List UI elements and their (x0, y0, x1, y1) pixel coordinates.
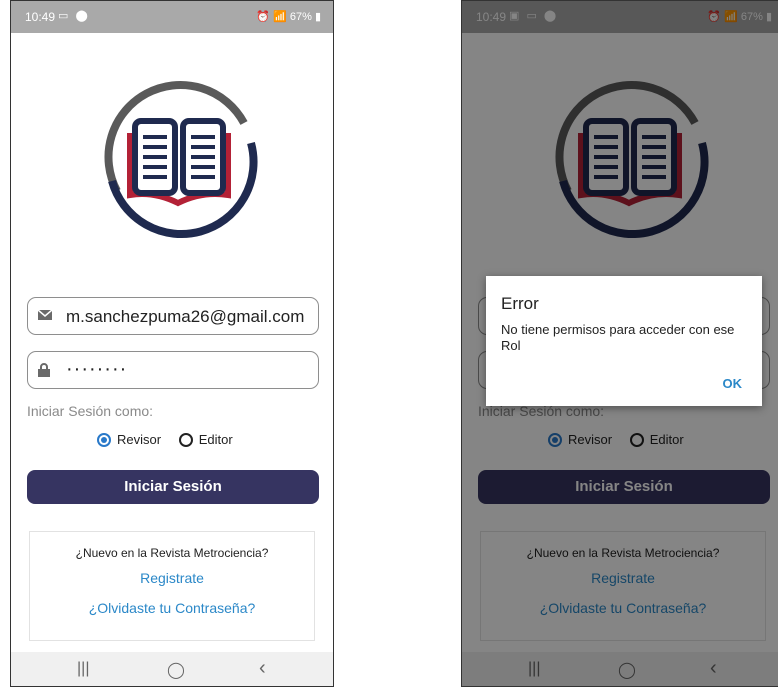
password-field[interactable]: ········ (27, 351, 319, 389)
battery-level: 67% (289, 11, 312, 23)
login-as-label: Iniciar Sesión como: (27, 403, 154, 419)
status-bar: 10:49 ▭ ⬤ ⏰ 📶 67% ▮ (11, 1, 333, 33)
register-link[interactable]: Registrate (30, 570, 314, 586)
dialog-message: No tiene permisos para acceder con ese R… (501, 322, 735, 353)
signal-icons: ⏰ 📶 (256, 11, 290, 23)
email-value: m.sanchezpuma26@gmail.com (66, 307, 305, 326)
status-right: ⏰ 📶 67% ▮ (256, 10, 321, 23)
dialog-title: Error (501, 294, 539, 313)
radio-editor[interactable] (178, 432, 193, 447)
error-dialog: Error No tiene permisos para acceder con… (486, 276, 762, 406)
battery-icon: ▮ (311, 11, 321, 23)
mail-icon (38, 309, 52, 320)
login-screen: 10:49 ▭ ⬤ ⏰ 📶 67% ▮ m.sanchezpuma26@gmai… (10, 0, 334, 687)
signup-question: ¿Nuevo en la Revista Metrociencia? (75, 546, 269, 560)
recents-button[interactable]: ||| (77, 660, 89, 678)
nav-bar: ||| ◯ ‹ (11, 652, 333, 686)
dialog-ok-button[interactable]: OK (723, 376, 743, 391)
role-radio-group: Revisor Editor (97, 431, 247, 447)
password-value: ········ (66, 358, 128, 380)
notification-icons: ▭ ⬤ (58, 10, 90, 22)
lock-icon (38, 363, 50, 377)
book-logo-icon (104, 80, 258, 239)
email-field[interactable]: m.sanchezpuma26@gmail.com (27, 297, 319, 335)
signup-card: ¿Nuevo en la Revista Metrociencia? Regis… (29, 531, 315, 641)
forgot-password-link[interactable]: ¿Olvidaste tu Contraseña? (30, 600, 314, 616)
back-button[interactable]: ‹ (259, 657, 266, 680)
radio-revisor-label: Revisor (117, 432, 162, 448)
status-time: 10:49 (25, 10, 56, 24)
radio-revisor[interactable] (97, 432, 111, 447)
radio-editor-label: Editor (198, 432, 233, 448)
home-button[interactable]: ◯ (167, 660, 185, 680)
login-button[interactable]: Iniciar Sesión (27, 470, 319, 504)
login-screen-error: 10:49 ▣ ▭ ⬤ ⏰ 📶 67% ▮ Iniciar Sesión com… (461, 0, 778, 687)
